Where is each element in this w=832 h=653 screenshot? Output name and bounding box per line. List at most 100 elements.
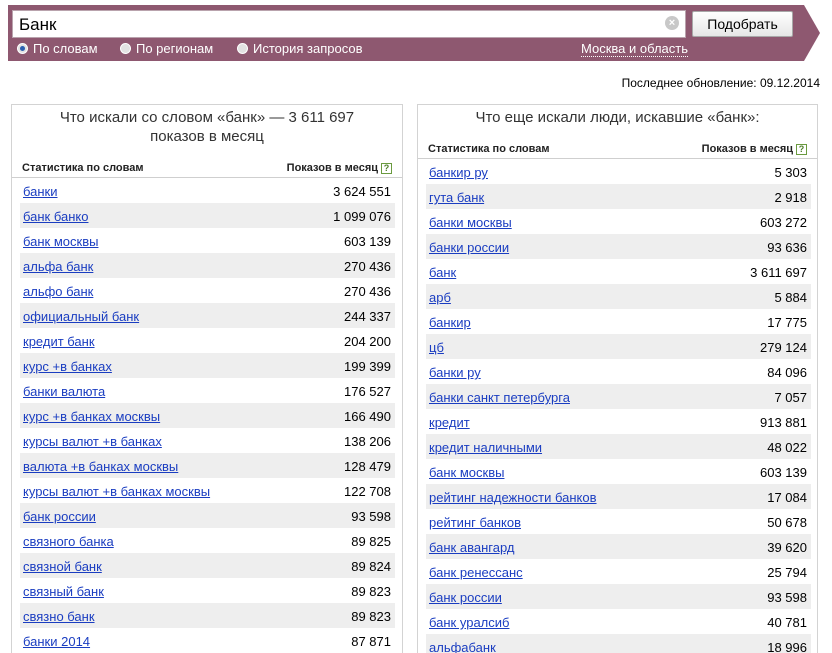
table-row: цб 279 124 — [426, 334, 811, 359]
phrase-link[interactable]: кредит наличными — [429, 440, 542, 455]
mode-history[interactable]: История запросов — [237, 41, 363, 56]
phrase-link[interactable]: банкир — [429, 315, 471, 330]
radio-checked-icon[interactable] — [17, 43, 28, 54]
phrase-link[interactable]: курс +в банках — [23, 359, 112, 374]
impressions-count: 84 096 — [767, 365, 807, 380]
right-panel-title: Что еще искали люди, искавшие «банк»: — [418, 105, 817, 127]
radio-icon[interactable] — [120, 43, 131, 54]
right-rows: банкир ру 5 303 гута банк 2 918 банки москвы… — [418, 159, 817, 653]
phrase-link[interactable]: банки ру — [429, 365, 481, 380]
phrase-link[interactable]: кредит — [429, 415, 470, 430]
phrase-link[interactable]: альфа банк — [23, 259, 93, 274]
impressions-count: 17 775 — [767, 315, 807, 330]
table-row: банки санкт петербурга 7 057 — [426, 384, 811, 409]
right-table-header: Статистика по словам Показов в месяц ? — [418, 139, 817, 159]
phrase-link[interactable]: кредит банк — [23, 334, 95, 349]
table-row: альфо банк 270 436 — [20, 278, 395, 303]
phrase-link[interactable]: курсы валют +в банках — [23, 434, 162, 449]
mode-by-regions[interactable]: По регионам — [120, 41, 213, 56]
col-count-label: Показов в месяц — [286, 162, 378, 174]
left-title-line1: Что искали со словом «банк» — 3 611 697 — [59, 109, 355, 126]
phrase-link[interactable]: альфабанк — [429, 640, 496, 653]
phrase-link[interactable]: курсы валют +в банках москвы — [23, 484, 210, 499]
clear-icon[interactable]: × — [665, 16, 679, 30]
impressions-count: 93 636 — [767, 240, 807, 255]
phrase-link[interactable]: банк — [429, 265, 456, 280]
help-icon[interactable]: ? — [381, 162, 392, 174]
left-table-header: Статистика по словам Показов в месяц ? — [12, 158, 402, 178]
phrase-link[interactable]: связный банк — [23, 584, 104, 599]
impressions-count: 39 620 — [767, 540, 807, 555]
table-row: банк уралсиб 40 781 — [426, 609, 811, 634]
table-row: связно банк 89 823 — [20, 603, 395, 628]
table-row: кредит банк 204 200 — [20, 328, 395, 353]
table-row: банкир ру 5 303 — [426, 159, 811, 184]
impressions-count: 3 611 697 — [750, 265, 807, 280]
impressions-count: 122 708 — [344, 484, 391, 499]
impressions-count: 17 084 — [767, 490, 807, 505]
table-row: курс +в банках 199 399 — [20, 353, 395, 378]
phrase-link[interactable]: банк москвы — [429, 465, 504, 480]
phrase-link[interactable]: связного банка — [23, 534, 114, 549]
impressions-count: 18 996 — [767, 640, 807, 653]
region-link[interactable]: Москва и область — [581, 41, 689, 57]
table-row: альфабанк 18 996 — [426, 634, 811, 653]
col-count-label: Показов в месяц — [701, 143, 793, 155]
phrase-link[interactable]: связно банк — [23, 609, 95, 624]
impressions-count: 1 099 076 — [333, 209, 391, 224]
left-panel-title: Что искали со словом «банк» — 3 611 697 … — [12, 105, 402, 146]
impressions-count: 25 794 — [767, 565, 807, 580]
impressions-count: 603 139 — [344, 234, 391, 249]
phrase-link[interactable]: банки россии — [429, 240, 509, 255]
phrase-link[interactable]: цб — [429, 340, 444, 355]
radio-icon[interactable] — [237, 43, 248, 54]
phrase-link[interactable]: банк ренессанс — [429, 565, 523, 580]
phrase-link[interactable]: банк авангард — [429, 540, 514, 555]
phrase-link[interactable]: валюта +в банках москвы — [23, 459, 178, 474]
impressions-count: 48 022 — [767, 440, 807, 455]
mode-by-words[interactable]: По словам — [17, 41, 98, 56]
impressions-count: 89 825 — [351, 534, 391, 549]
table-row: банк банко 1 099 076 — [20, 203, 395, 228]
table-row: банк 3 611 697 — [426, 259, 811, 284]
phrase-link[interactable]: банки валюта — [23, 384, 105, 399]
phrase-link[interactable]: банки — [23, 184, 58, 199]
phrase-link[interactable]: банки санкт петербурга — [429, 390, 570, 405]
phrase-link[interactable]: банки 2014 — [23, 634, 90, 649]
phrase-link[interactable]: банк россии — [23, 509, 96, 524]
phrase-link[interactable]: курс +в банках москвы — [23, 409, 160, 424]
phrase-link[interactable]: банк уралсиб — [429, 615, 509, 630]
table-row: банк ренессанс 25 794 — [426, 559, 811, 584]
search-input[interactable] — [12, 10, 686, 38]
phrase-link[interactable]: банкир ру — [429, 165, 488, 180]
col-phrase-header: Статистика по словам — [428, 143, 550, 155]
impressions-count: 128 479 — [344, 459, 391, 474]
table-row: официальный банк 244 337 — [20, 303, 395, 328]
impressions-count: 913 881 — [760, 415, 807, 430]
submit-button[interactable]: Подобрать — [692, 11, 793, 37]
phrase-link[interactable]: альфо банк — [23, 284, 93, 299]
impressions-count: 50 678 — [767, 515, 807, 530]
phrase-link[interactable]: банки москвы — [429, 215, 512, 230]
phrase-link[interactable]: рейтинг банков — [429, 515, 521, 530]
mode-label: По регионам — [136, 41, 214, 56]
phrase-link[interactable]: банк россии — [429, 590, 502, 605]
table-row: банки валюта 176 527 — [20, 378, 395, 403]
phrase-link[interactable]: официальный банк — [23, 309, 139, 324]
phrase-link[interactable]: арб — [429, 290, 451, 305]
phrase-link[interactable]: банк москвы — [23, 234, 98, 249]
impressions-count: 603 139 — [760, 465, 807, 480]
help-icon[interactable]: ? — [796, 143, 807, 155]
table-row: банк москвы 603 139 — [426, 459, 811, 484]
col-phrase-header: Статистика по словам — [22, 162, 144, 174]
impressions-count: 166 490 — [344, 409, 391, 424]
table-row: рейтинг надежности банков 17 084 — [426, 484, 811, 509]
table-row: кредит наличными 48 022 — [426, 434, 811, 459]
table-row: связного банка 89 825 — [20, 528, 395, 553]
table-row: банки россии 93 636 — [426, 234, 811, 259]
phrase-link[interactable]: рейтинг надежности банков — [429, 490, 597, 505]
phrase-link[interactable]: банк банко — [23, 209, 88, 224]
phrase-link[interactable]: гута банк — [429, 190, 484, 205]
impressions-count: 270 436 — [344, 284, 391, 299]
phrase-link[interactable]: связной банк — [23, 559, 102, 574]
